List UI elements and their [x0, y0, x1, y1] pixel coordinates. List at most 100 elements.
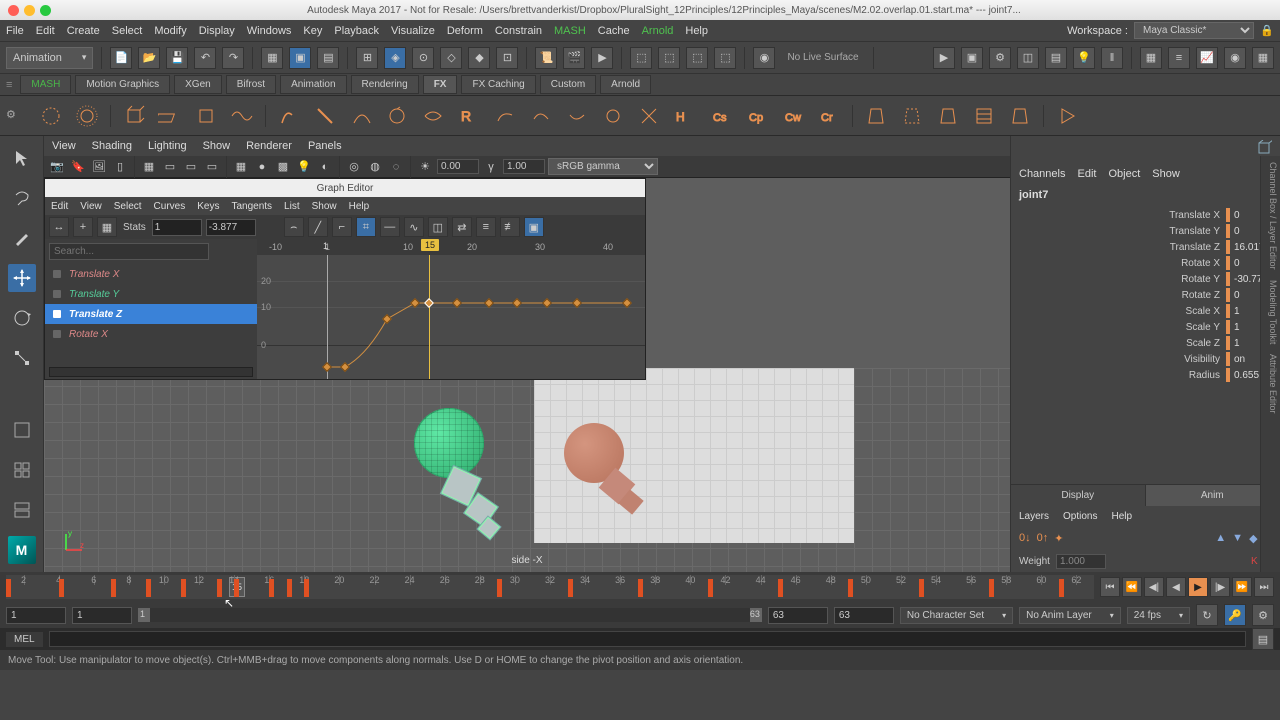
cb-attr-row[interactable]: Scale Y1 — [1011, 319, 1280, 335]
cb-attr-row[interactable]: Translate Y0 — [1011, 223, 1280, 239]
layer-move-up-icon[interactable]: ▲ — [1215, 532, 1226, 544]
shelf-solver1-icon[interactable] — [598, 101, 628, 131]
loop-icon[interactable]: ↻ — [1196, 604, 1218, 626]
ge-channel-ty[interactable]: Translate Y — [45, 284, 257, 304]
layers-menu-layers[interactable]: Layers — [1019, 511, 1049, 522]
menu-arnold[interactable]: Arnold — [642, 25, 674, 37]
timeline-key[interactable] — [497, 579, 502, 597]
tab-fxcaching[interactable]: FX Caching — [461, 75, 535, 94]
timeline-key[interactable] — [269, 579, 274, 597]
shelf-cloth1-icon[interactable] — [861, 101, 891, 131]
shelf-hair-icon[interactable]: H — [670, 101, 700, 131]
cb-attr-row[interactable]: Translate X0 — [1011, 207, 1280, 223]
shelf-field1-icon[interactable] — [274, 101, 304, 131]
cb-attr-row[interactable]: Translate Z16.017 — [1011, 239, 1280, 255]
go-start-button[interactable]: ⏮ — [1100, 577, 1120, 597]
workspace-selector[interactable]: Maya Classic* — [1134, 22, 1254, 39]
shelf-constraint3-icon[interactable]: Cw — [778, 101, 808, 131]
vp-menu-shading[interactable]: Shading — [92, 140, 132, 152]
script-editor-icon[interactable]: ▤ — [1252, 628, 1274, 650]
vp-wireframe-icon[interactable]: ▦ — [232, 158, 250, 176]
shelf-wave-icon[interactable] — [227, 101, 257, 131]
vp-camera-icon[interactable]: 📷 — [48, 158, 66, 176]
timeline-key[interactable] — [848, 579, 853, 597]
vp-gamma-input[interactable] — [503, 159, 545, 174]
tab-fx[interactable]: FX — [423, 75, 458, 94]
shelf-fluid1-icon[interactable] — [490, 101, 520, 131]
timeline-key[interactable] — [111, 579, 116, 597]
close-button[interactable] — [8, 5, 19, 16]
autokey-icon[interactable]: 🔑 — [1224, 604, 1246, 626]
vp-2d-icon[interactable]: ▯ — [111, 158, 129, 176]
step-fwd-button[interactable]: |▶ — [1210, 577, 1230, 597]
range-start-inner-input[interactable] — [72, 607, 132, 624]
shelf-particle-icon[interactable] — [36, 101, 66, 131]
viewcube-icon[interactable] — [1256, 140, 1272, 156]
sidetab-channelbox[interactable]: Channel Box / Layer Editor — [1263, 162, 1278, 270]
ge-tangent-flat-icon[interactable]: — — [380, 217, 400, 237]
shelf-constraint2-icon[interactable]: Cp — [742, 101, 772, 131]
sl-lights-icon[interactable]: 💡 — [1073, 47, 1095, 69]
ge-lattice-icon[interactable]: ▦ — [97, 217, 117, 237]
sl-rendersettings-icon[interactable]: ⚙ — [989, 47, 1011, 69]
prefs-icon[interactable]: ⚙ — [1252, 604, 1274, 626]
snap-view-icon[interactable]: ⊡ — [496, 47, 518, 69]
vp-light-icon[interactable]: 💡 — [295, 158, 313, 176]
step-back-button[interactable]: ◀| — [1144, 577, 1164, 597]
anim-layer-selector[interactable]: No Anim Layer — [1019, 607, 1121, 624]
shelf-constraint1-icon[interactable]: Cs — [706, 101, 736, 131]
shelf-field2-icon[interactable] — [310, 101, 340, 131]
vp-menu-view[interactable]: View — [52, 140, 76, 152]
cb-attr-row[interactable]: Scale Z1 — [1011, 335, 1280, 351]
range-track[interactable]: 1 63 — [138, 608, 762, 622]
timeline-key[interactable] — [181, 579, 186, 597]
cb-attr-row[interactable]: Rotate Z0 — [1011, 287, 1280, 303]
layers-menu-help[interactable]: Help — [1111, 511, 1132, 522]
shelf-field4-icon[interactable] — [382, 101, 412, 131]
tab-arnold[interactable]: Arnold — [600, 75, 651, 94]
shelf-emitter-icon[interactable] — [72, 101, 102, 131]
paint-tool[interactable] — [8, 224, 36, 252]
play-back-button[interactable]: ◀ — [1166, 577, 1186, 597]
scale-tool[interactable] — [8, 344, 36, 372]
sl-render-icon[interactable]: ▶ — [933, 47, 955, 69]
lasso-tool[interactable] — [8, 184, 36, 212]
layout-single-icon[interactable] — [8, 416, 36, 444]
timeline-key[interactable] — [6, 579, 11, 597]
layer-new-icon[interactable]: ✦ — [1054, 532, 1063, 545]
select-object-icon[interactable]: ▣ — [289, 47, 311, 69]
vp-menu-show[interactable]: Show — [203, 140, 231, 152]
input-box-icon[interactable]: ⬚ — [630, 47, 652, 69]
shelf-field5-icon[interactable] — [418, 101, 448, 131]
fps-selector[interactable]: 24 fps — [1127, 607, 1190, 624]
vp-colorspace-select[interactable]: sRGB gamma — [548, 158, 658, 175]
ge-channel-tx[interactable]: Translate X — [45, 264, 257, 284]
shelf-fluid3-icon[interactable] — [562, 101, 592, 131]
new-scene-icon[interactable]: 📄 — [110, 47, 132, 69]
vp-shadow-icon[interactable]: ◐ — [316, 158, 334, 176]
sl-pause-icon[interactable]: ‖ — [1101, 47, 1123, 69]
vp-menu-lighting[interactable]: Lighting — [148, 140, 187, 152]
timeline-key[interactable] — [919, 579, 924, 597]
timeline-key[interactable] — [59, 579, 64, 597]
ge-search-input[interactable] — [49, 243, 209, 260]
lock-icon[interactable]: 🔒 — [1260, 24, 1274, 38]
vp-bookmark-icon[interactable]: 🔖 — [69, 158, 87, 176]
shelf-play-icon[interactable] — [1052, 101, 1082, 131]
sl-renderview-icon[interactable]: ▤ — [1045, 47, 1067, 69]
vp-filmgate-icon[interactable]: ▭ — [161, 158, 179, 176]
menu-visualize[interactable]: Visualize — [391, 25, 435, 37]
shelf-ncloth-icon[interactable] — [969, 101, 999, 131]
timeline-key[interactable] — [638, 579, 643, 597]
ge-swap-icon[interactable]: ⇄ — [452, 217, 472, 237]
vp-isolate-icon[interactable]: ◎ — [345, 158, 363, 176]
sl-panel-layout-icon[interactable]: ▦ — [1140, 47, 1162, 69]
tab-animation[interactable]: Animation — [280, 75, 346, 94]
snap-plane-icon[interactable]: ◇ — [440, 47, 462, 69]
range-handle-start[interactable]: 1 — [138, 608, 150, 622]
timeline-key[interactable] — [146, 579, 151, 597]
tab-xgen[interactable]: XGen — [174, 75, 222, 94]
timeline-key[interactable] — [778, 579, 783, 597]
menu-create[interactable]: Create — [67, 25, 100, 37]
shelf-nparticle-icon[interactable] — [191, 101, 221, 131]
